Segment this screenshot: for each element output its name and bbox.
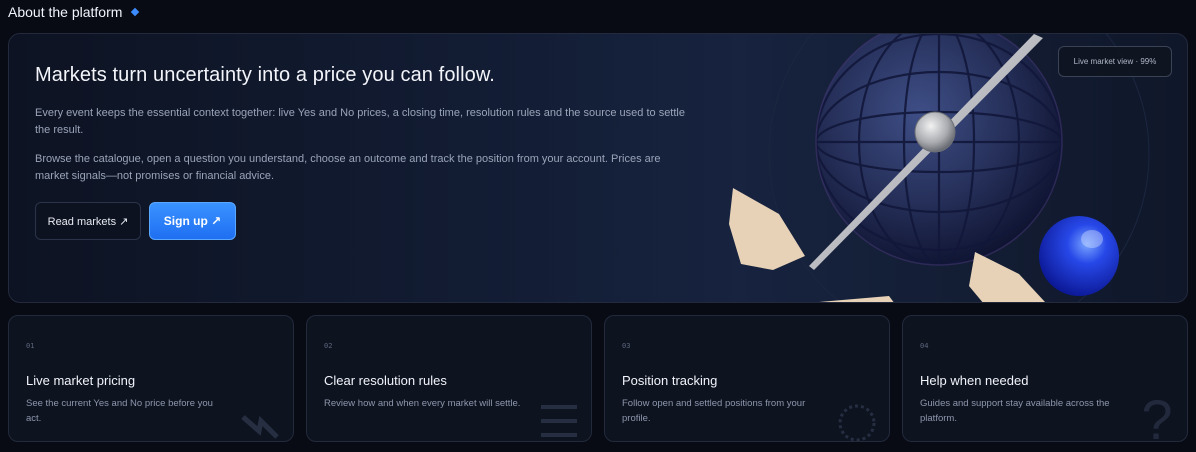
feature-card-pricing[interactable]: 01 Live market pricing See the current Y… (8, 315, 294, 442)
sign-up-button[interactable]: Sign up ↗ (149, 202, 236, 240)
card-number: 01 (26, 342, 35, 350)
card-description: Guides and support stay available across… (920, 398, 1110, 424)
feature-card-resolution[interactable]: 02 Clear resolution rules Review how and… (306, 315, 592, 442)
feature-card-help[interactable]: 04 Help when needed Guides and support s… (902, 315, 1188, 442)
card-title: Live market pricing (26, 373, 136, 388)
hero-panel: Markets turn uncertainty into a price yo… (8, 33, 1188, 303)
card-number: 02 (324, 342, 333, 350)
list-lines-icon (541, 405, 577, 437)
section-title: About the platform (8, 4, 123, 20)
card-number: 04 (920, 342, 929, 350)
card-number: 03 (622, 342, 631, 350)
card-title: Help when needed (920, 373, 1029, 388)
read-markets-button[interactable]: Read markets ↗ (35, 202, 141, 240)
question-mark-icon: ? (1141, 388, 1172, 441)
section-header: About the platform (8, 3, 140, 21)
card-description: Review how and when every market will se… (324, 398, 521, 409)
diamond-icon (131, 7, 140, 17)
card-description: See the current Yes and No price before … (26, 398, 213, 424)
card-title: Position tracking (622, 373, 718, 388)
live-market-badge: Live market view · 99% (1058, 46, 1172, 77)
hero-paragraph-browse: Browse the catalogue, open a question yo… (35, 153, 661, 182)
feature-card-positions[interactable]: 03 Position tracking Follow open and set… (604, 315, 890, 442)
hero-title: Markets turn uncertainty into a price yo… (35, 64, 495, 86)
svg-text:?: ? (1141, 388, 1172, 441)
card-description: Follow open and settled positions from y… (622, 398, 806, 424)
lightning-icon (241, 415, 279, 439)
hero-paragraph-context: Every event keeps the essential context … (35, 107, 685, 136)
card-title: Clear resolution rules (324, 373, 447, 388)
dotted-circle-icon (838, 404, 876, 441)
